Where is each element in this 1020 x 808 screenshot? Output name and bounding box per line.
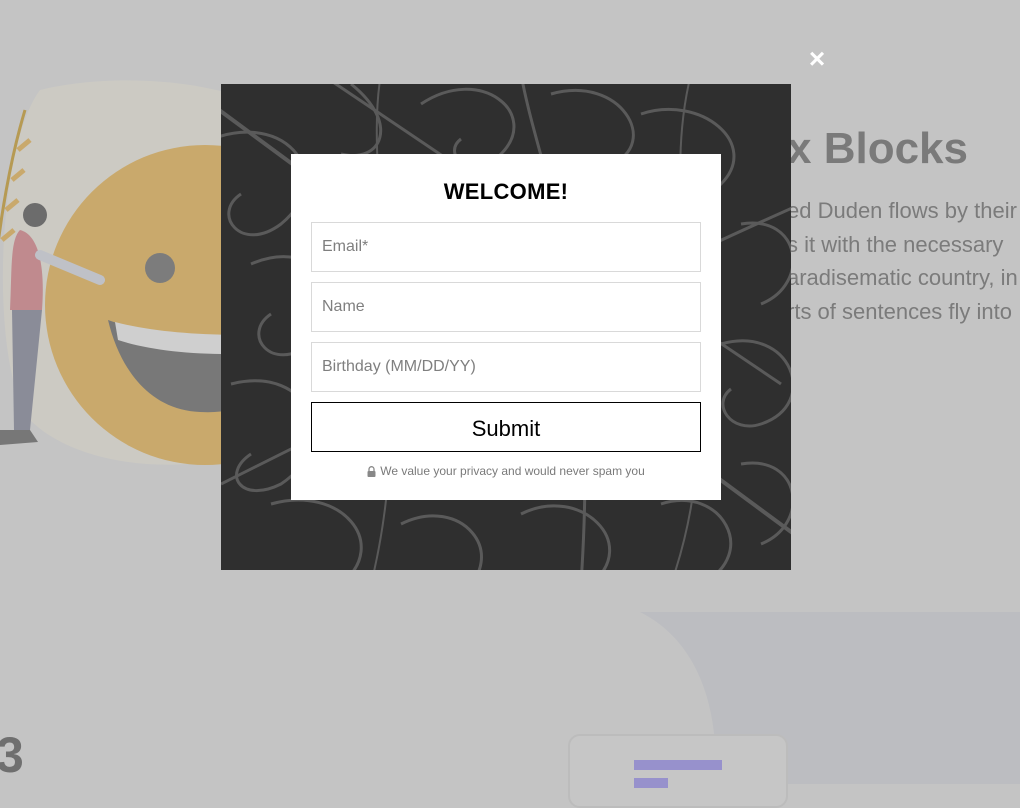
background-number: 3 [0,727,24,783]
background-paragraph-line: aradisematic country, in [787,265,1018,291]
birthday-field[interactable] [312,343,700,391]
privacy-text: We value your privacy and would never sp… [380,464,645,478]
signup-modal: WELCOME! Submit We value your privacy an… [221,84,791,570]
privacy-note: We value your privacy and would never sp… [291,464,721,478]
email-field-wrapper [311,222,701,272]
background-heading: x Blocks [787,124,968,173]
background-paragraph: ed Duden flows by their s it with the ne… [787,194,1020,329]
card-bar [634,778,668,788]
birthday-field-wrapper [311,342,701,392]
submit-button[interactable]: Submit [311,402,701,452]
background-paragraph-line: rts of sentences fly into [787,299,1012,325]
background-card [568,734,788,808]
signup-form: WELCOME! Submit We value your privacy an… [291,154,721,500]
background-paragraph-line: s it with the necessary [787,231,1004,257]
modal-title: WELCOME! [443,179,569,204]
background-paragraph-line: ed Duden flows by their [787,198,1017,223]
name-field[interactable] [312,283,700,331]
name-field-wrapper [311,282,701,332]
close-button[interactable]: × [804,43,830,74]
card-bar [634,760,722,770]
close-icon[interactable]: × [809,43,825,74]
lock-icon [367,466,376,477]
email-field[interactable] [312,223,700,271]
